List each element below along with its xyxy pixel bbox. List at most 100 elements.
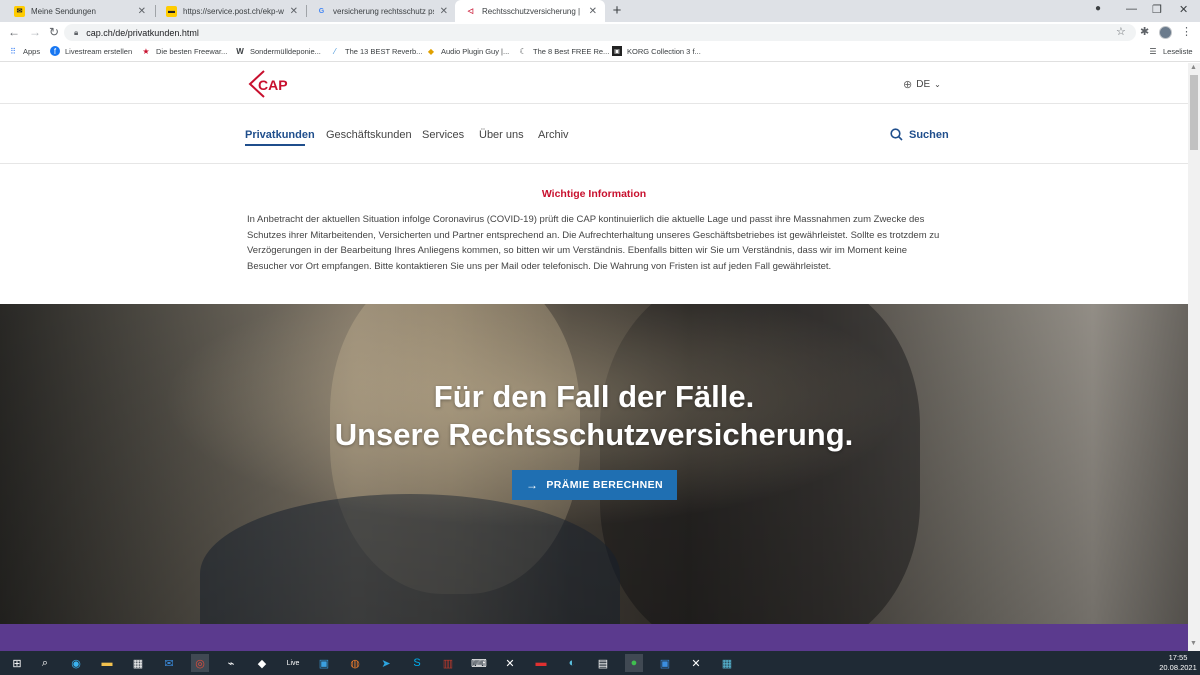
tab-service-post[interactable]: ▬ https://service.post.ch/ekp-web/ ✕ xyxy=(156,0,306,22)
hero-title-line1: Für den Fall der Fälle. xyxy=(433,379,755,414)
bookmark-reverb[interactable]: ⁄ The 13 BEST Reverb... xyxy=(330,46,422,56)
nav-services[interactable]: Services xyxy=(422,129,464,141)
tab-cap-active[interactable]: ◁ Rechtsschutzversicherung | Über ✕ xyxy=(455,0,605,22)
edge-icon[interactable]: ◉ xyxy=(67,654,85,672)
site-header: CAP ⊕ DE ⌄ xyxy=(0,63,1188,104)
bookmarks-bar: ⠿ Apps f Livestream erstellen ★ Die best… xyxy=(0,43,1200,62)
url-text: cap.ch/de/privatkunden.html xyxy=(86,27,199,38)
scroll-down-icon[interactable]: ▼ xyxy=(1190,640,1197,647)
korg-icon: ▣ xyxy=(612,46,622,56)
tab-google-search[interactable]: G versicherung rechtsschutz psych ✕ xyxy=(306,0,456,22)
app-icon[interactable]: ✕ xyxy=(687,654,705,672)
reading-list[interactable]: ☰ Leseliste xyxy=(1148,46,1192,56)
app-icon[interactable]: ▣ xyxy=(315,654,333,672)
app-icon[interactable]: ▦ xyxy=(718,654,736,672)
telegram-icon[interactable]: ➤ xyxy=(377,654,395,672)
reload-icon[interactable]: ↻ xyxy=(49,25,59,39)
purple-section-band xyxy=(0,624,1188,651)
search-button[interactable]: Suchen xyxy=(890,128,949,141)
live-icon[interactable]: Live xyxy=(284,654,302,672)
app-icon[interactable]: ✕ xyxy=(501,654,519,672)
system-clock[interactable]: 17:55 20.08.2021 xyxy=(1158,653,1198,673)
cap-logo-text: CAP xyxy=(258,77,288,93)
nav-privatkunden[interactable]: Privatkunden xyxy=(245,129,315,141)
back-arrow-icon[interactable]: ← xyxy=(8,25,20,39)
arrow-right-icon: → xyxy=(525,478,539,492)
cap-logo[interactable]: CAP xyxy=(248,69,290,99)
bookmark-label: Apps xyxy=(23,46,41,56)
main-navigation: Privatkunden Geschäftskunden Services Üb… xyxy=(0,104,1188,164)
tab-title: Meine Sendungen xyxy=(31,6,96,16)
info-paragraph: In Anbetracht der aktuellen Situation in… xyxy=(247,214,940,272)
language-label: DE xyxy=(916,79,931,90)
minimize-icon[interactable]: — xyxy=(1126,3,1137,15)
hero-banner: Für den Fall der Fälle. Unsere Rechtssch… xyxy=(0,304,1188,624)
app-icon[interactable]: ◆ xyxy=(253,654,271,672)
app-icon[interactable]: ▥ xyxy=(439,654,457,672)
search-icon[interactable]: ⌕ xyxy=(36,654,54,672)
scroll-thumb[interactable] xyxy=(1190,75,1198,150)
search-label: Suchen xyxy=(909,128,949,141)
mail-icon[interactable]: ✉ xyxy=(160,654,178,672)
app-icon[interactable]: ▣ xyxy=(656,654,674,672)
nav-geschaeftskunden[interactable]: Geschäftskunden xyxy=(326,129,412,141)
google-favicon-icon: G xyxy=(318,7,325,15)
profile-avatar[interactable] xyxy=(1159,26,1172,39)
bookmark-korg[interactable]: ▣ KORG Collection 3 f... xyxy=(612,46,701,56)
close-window-icon[interactable]: ✕ xyxy=(1179,3,1188,16)
bookmark-star-icon[interactable]: ☆ xyxy=(1116,25,1126,38)
file-explorer-icon[interactable]: ▬ xyxy=(98,654,116,672)
clock-date: 20.08.2021 xyxy=(1159,663,1197,672)
chrome-icon[interactable]: ◎ xyxy=(191,654,209,672)
bookmark-sondermuell[interactable]: W Sondermülldeponie... xyxy=(235,46,321,56)
active-nav-indicator xyxy=(245,144,305,146)
close-icon[interactable]: ✕ xyxy=(440,6,448,17)
url-field[interactable]: 🔒︎ cap.ch/de/privatkunden.html xyxy=(64,24,1136,41)
important-information-section: Wichtige Information In Anbetracht der a… xyxy=(0,165,1188,304)
forward-arrow-icon[interactable]: → xyxy=(29,25,41,39)
bookmark-freeware[interactable]: ★ Die besten Freewar... xyxy=(141,46,227,56)
bookmark-livestream[interactable]: f Livestream erstellen xyxy=(50,46,132,56)
address-bar-row: ← → ↻ 🔒︎ cap.ch/de/privatkunden.html ☆ ✱… xyxy=(0,22,1200,43)
app-icon[interactable]: ◍ xyxy=(346,654,364,672)
tab-title: versicherung rechtsschutz psych xyxy=(333,6,434,16)
skype-icon[interactable]: S xyxy=(408,654,426,672)
extensions-icon[interactable]: ✱ xyxy=(1140,25,1149,38)
store-icon[interactable]: ▦ xyxy=(129,654,147,672)
page-scrollbar[interactable]: ▲ ▼ xyxy=(1188,63,1200,651)
nav-ueber-uns[interactable]: Über uns xyxy=(479,129,524,141)
bookmark-label: The 8 Best FREE Re... xyxy=(533,46,610,56)
app-icon[interactable]: ▬ xyxy=(532,654,550,672)
app-icon[interactable]: ◐ xyxy=(563,654,581,672)
wechat-icon[interactable]: ● xyxy=(625,654,643,672)
language-selector[interactable]: ⊕ DE ⌄ xyxy=(903,78,941,91)
moon-icon: ☾ xyxy=(519,46,527,56)
bookmark-audio-plugin[interactable]: ◆ Audio Plugin Guy |... xyxy=(426,46,509,56)
scroll-up-icon[interactable]: ▲ xyxy=(1190,64,1197,71)
bookmark-label: Audio Plugin Guy |... xyxy=(441,46,510,56)
close-icon[interactable]: ✕ xyxy=(138,6,146,17)
windows-taskbar: ⊞ ⌕ ◉ ▬ ▦ ✉ ◎ ⌁ ◆ Live ▣ ◍ ➤ S ▥ ⌨ ✕ ▬ ◐… xyxy=(0,651,1200,675)
new-tab-button[interactable]: + xyxy=(608,2,626,19)
hero-overlay xyxy=(0,304,1188,624)
calculate-premium-button[interactable]: → PRÄMIE BERECHNEN xyxy=(512,470,677,500)
nav-archiv[interactable]: Archiv xyxy=(538,129,569,141)
close-icon[interactable]: ✕ xyxy=(589,6,597,17)
bookmark-free-reverb[interactable]: ☾ The 8 Best FREE Re... xyxy=(518,46,609,56)
app-icon[interactable]: ▤ xyxy=(594,654,612,672)
close-icon[interactable]: ✕ xyxy=(290,6,298,17)
apps-grid-icon: ⠿ xyxy=(10,46,16,56)
restore-icon[interactable]: ❐ xyxy=(1152,3,1162,16)
tab-title: https://service.post.ch/ekp-web/ xyxy=(183,6,284,16)
tab-meine-sendungen[interactable]: ✉ Meine Sendungen ✕ xyxy=(4,0,154,22)
menu-kebab-icon[interactable]: ⋮ xyxy=(1181,25,1192,38)
hero-title: Für den Fall der Fälle. Unsere Rechtssch… xyxy=(0,378,1188,454)
bookmark-apps[interactable]: ⠿ Apps xyxy=(8,46,40,56)
w-icon: W xyxy=(236,46,244,56)
windows-start-icon[interactable]: ⊞ xyxy=(8,654,26,672)
bookmark-label: The 13 BEST Reverb... xyxy=(345,46,423,56)
globe-icon: ⊕ xyxy=(903,79,913,91)
keyboard-icon[interactable]: ⌨ xyxy=(470,654,488,672)
app-icon[interactable]: ⌁ xyxy=(222,654,240,672)
tab-search-icon[interactable]: ● xyxy=(1095,3,1101,14)
